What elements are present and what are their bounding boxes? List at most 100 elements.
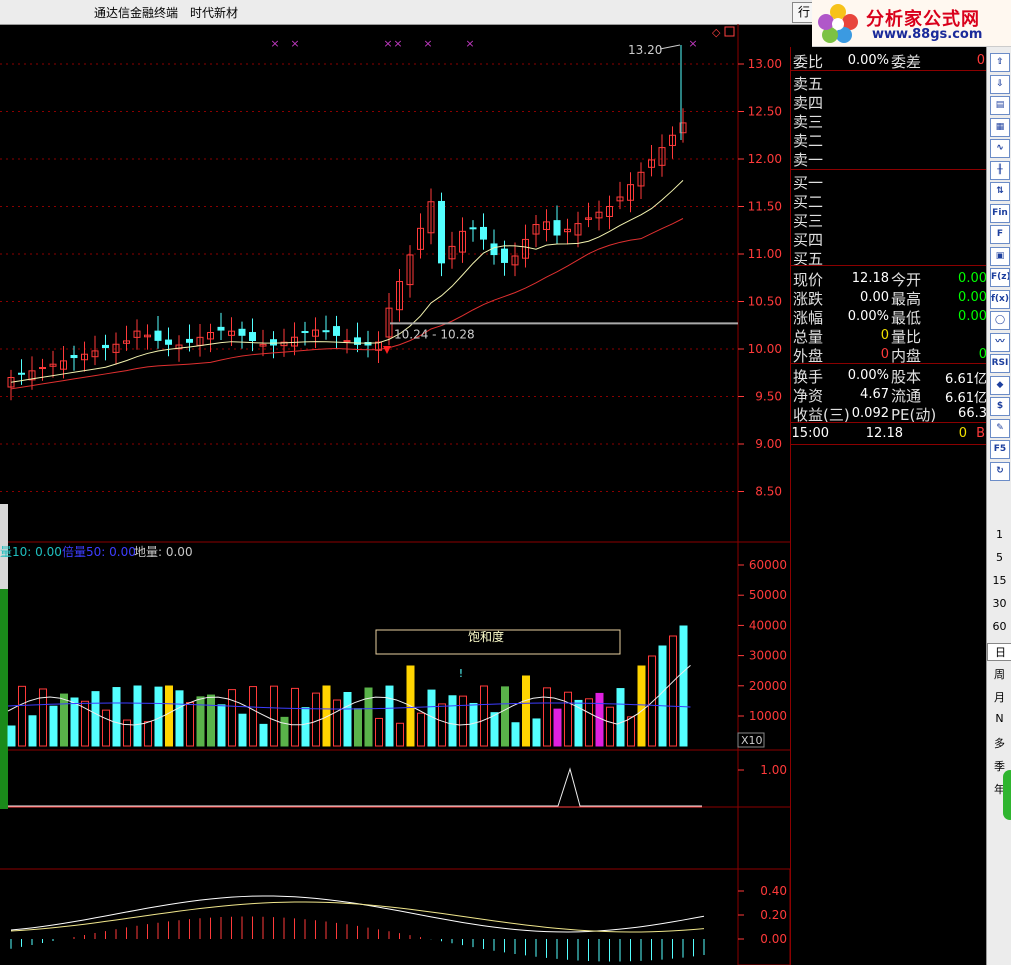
volume-bar <box>144 721 152 747</box>
kline-icon[interactable]: ╫ <box>990 160 1010 180</box>
period-minute-button[interactable]: 30 <box>987 597 1011 610</box>
saturation-label: 饱和度 <box>468 629 504 644</box>
volume-bar <box>459 695 467 747</box>
finance-value: 6.61亿 <box>945 391 987 406</box>
logo-url: www.88gs.com <box>872 27 983 42</box>
wave-icon[interactable]: 〰 <box>990 332 1010 352</box>
volume-bar <box>480 685 488 747</box>
news-icon[interactable]: ▣ <box>990 246 1010 266</box>
period-type-button[interactable]: 周 <box>987 666 1011 682</box>
signal-line <box>8 767 702 807</box>
volume-bar <box>312 692 320 747</box>
volume-axis-label: 50000 <box>749 588 787 602</box>
price-axis-label: 9.50 <box>755 390 782 404</box>
volume-bar <box>543 687 551 747</box>
candle-body <box>333 326 340 336</box>
volume-bar <box>679 625 688 747</box>
function-icon[interactable]: f(x) <box>990 289 1010 309</box>
sell-level-label: 卖三 <box>793 113 824 131</box>
candle-body <box>249 332 256 342</box>
volume-legend: 地量: 0.00 <box>134 545 193 559</box>
finance-value: 0.00% <box>847 368 889 383</box>
stat-value: 0.00% <box>847 309 889 324</box>
down-arrow-icon[interactable]: ⇩ <box>990 74 1010 94</box>
stat-value: 12.18 <box>851 271 889 286</box>
macd-axis-label: 0.20 <box>760 908 787 922</box>
period-minute-button[interactable]: 5 <box>987 551 1011 564</box>
table-icon[interactable]: ▦ <box>990 117 1010 137</box>
stock-chart[interactable]: 13.00 12.50 12.00 11.50 11.00 10.50 10.00 9.50 9… <box>0 24 790 965</box>
candle-body <box>270 339 277 346</box>
up-arrow-icon[interactable]: ⇧ <box>990 53 1010 72</box>
compare-icon[interactable]: ⇅ <box>990 182 1010 201</box>
volume-bar <box>165 685 173 747</box>
sell-level-label: 卖一 <box>793 151 824 169</box>
period-minute-button[interactable]: 1 <box>987 528 1011 541</box>
volume-bar <box>102 709 110 747</box>
finance-label: 净资 <box>793 387 824 405</box>
committee-ratio-label: 委比 <box>793 53 824 71</box>
macd-axis-label: 0.00 <box>760 932 787 946</box>
period-type-button[interactable]: 多 <box>987 735 1011 751</box>
volume-bar <box>438 703 446 747</box>
report-icon[interactable]: ▤ <box>990 96 1010 115</box>
stat-value: 0 <box>880 347 889 362</box>
signal-axis-label: 1.00 <box>760 763 787 777</box>
dollar-icon[interactable]: $ <box>990 397 1010 416</box>
rsi-icon[interactable]: RSI <box>990 354 1010 373</box>
pencil-icon[interactable]: ✎ <box>990 418 1010 438</box>
committee-diff-label: 委差 <box>891 53 922 71</box>
window-toggle <box>724 26 735 37</box>
volume-bar <box>648 655 656 747</box>
volume-bar <box>469 702 478 747</box>
volume-bar <box>385 685 394 747</box>
price-axis-label: 11.50 <box>748 200 782 214</box>
left-scroll-indicator <box>0 589 8 809</box>
volume-bar <box>238 713 247 747</box>
f5-icon[interactable]: F5 <box>990 440 1010 459</box>
volume-bar <box>49 705 58 747</box>
volume-bar <box>133 685 142 747</box>
right-toolbar: ⇧ ⇩ ▤ ▦ ∿ ╫ ⇅ Fin F ▣ F(z) f(x) ◯ 〰 RSI ◆ $ ✎ F5 ↻ 1 5 15 30 60 日… <box>986 47 1011 965</box>
volume-bar <box>396 722 404 747</box>
committee-ratio-value: 0.00% <box>847 53 889 68</box>
stat-value: 0 <box>978 347 987 362</box>
circle-icon[interactable]: ◯ <box>990 311 1010 330</box>
formula-icon[interactable]: F(z) <box>990 268 1010 287</box>
menu-terminal-title[interactable]: 通达信金融终端 <box>94 4 178 21</box>
panel-separator <box>791 265 987 266</box>
period-type-button[interactable]: N <box>987 712 1011 725</box>
volume-bar <box>301 707 310 747</box>
candle-body <box>154 330 162 341</box>
volume-bar <box>501 686 509 747</box>
diamond-icon[interactable]: ◆ <box>990 375 1010 395</box>
period-type-button[interactable]: 日 <box>987 643 1011 661</box>
panel-separator <box>791 444 987 445</box>
price-axis-label: 12.00 <box>748 152 782 166</box>
volume-bar <box>175 690 184 747</box>
fin-icon[interactable]: Fin <box>990 203 1010 223</box>
stat-label: 涨幅 <box>793 309 824 327</box>
period-minute-button[interactable]: 60 <box>987 620 1011 633</box>
volume-bar <box>595 692 604 747</box>
volume-bar <box>364 687 373 747</box>
tick-price: 12.18 <box>865 426 903 441</box>
period-minute-button[interactable]: 15 <box>987 574 1011 587</box>
volume-bar <box>417 712 425 747</box>
volume-bar <box>606 706 614 747</box>
volume-bar <box>91 691 100 747</box>
volume-bar <box>637 665 646 747</box>
doc-icon[interactable]: F <box>990 225 1010 244</box>
volume-bar <box>291 687 299 747</box>
float-widget[interactable] <box>1003 770 1011 820</box>
trend-icon[interactable]: ∿ <box>990 139 1010 158</box>
high-annotation: 13.20 <box>628 43 662 57</box>
signal-marker: × <box>290 37 299 50</box>
menu-stock-name[interactable]: 时代新材 <box>190 4 238 21</box>
period-type-button[interactable]: 月 <box>987 689 1011 705</box>
refresh-icon[interactable]: ↻ <box>990 461 1010 481</box>
candle-body <box>480 226 487 240</box>
stat-value: 0 <box>880 328 889 343</box>
volume-axis-label: 40000 <box>749 618 787 632</box>
volume-bar <box>375 717 383 747</box>
